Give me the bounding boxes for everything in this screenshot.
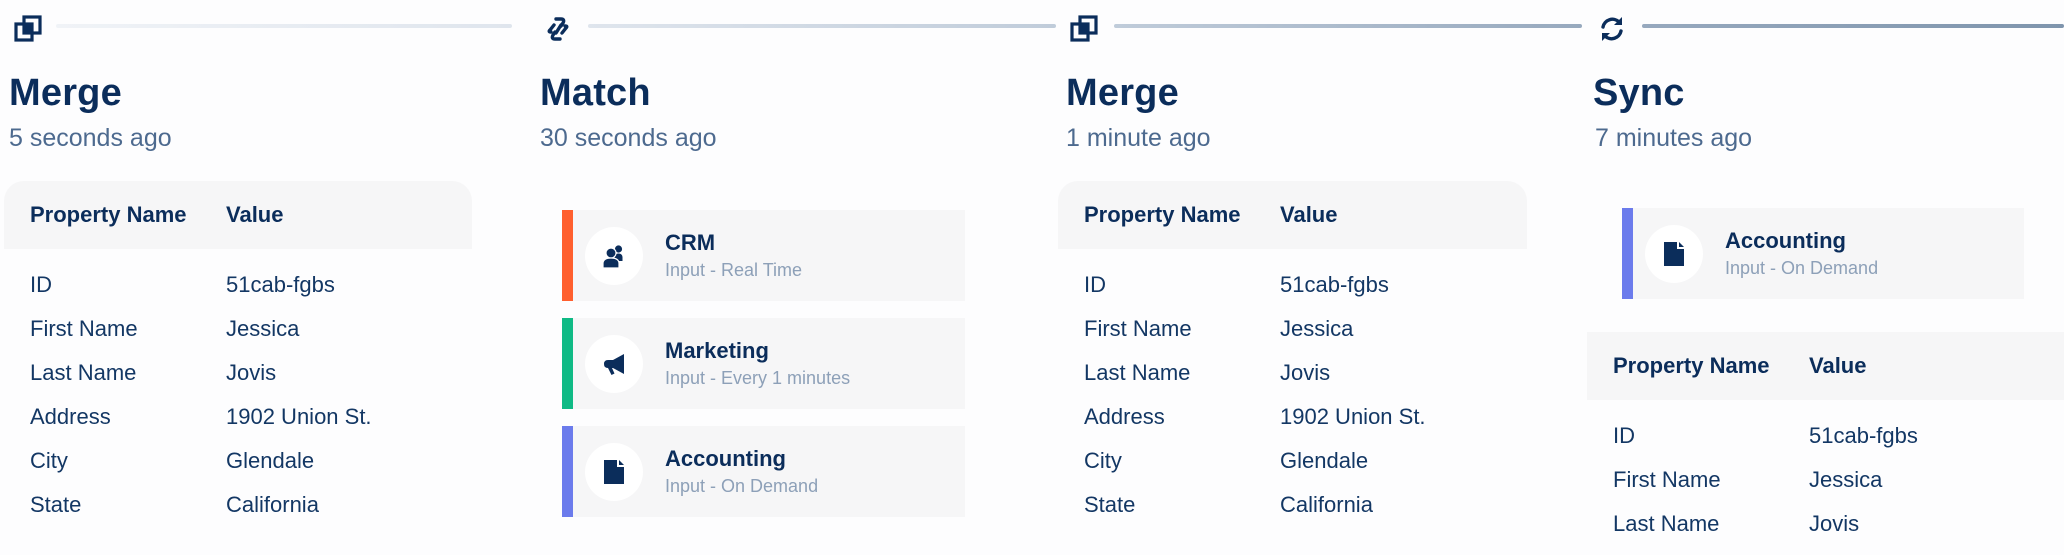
column-header-property: Property Name <box>1613 353 1770 378</box>
property-value: Jessica <box>1280 316 1354 341</box>
table-row: City Glendale <box>1058 439 1527 483</box>
table-row: Last Name Jovis <box>1587 502 2064 546</box>
table-row: Last Name Jovis <box>4 351 472 395</box>
source-name: Accounting <box>1725 227 1846 253</box>
source-color-bar <box>1622 208 1633 299</box>
property-value: California <box>1280 492 1373 517</box>
property-name: Last Name <box>1084 360 1191 385</box>
property-value: Jessica <box>226 316 300 341</box>
source-mode: Input - On Demand <box>1725 257 1879 278</box>
timeline-connector <box>1114 24 1582 28</box>
table-header: Property Name Value <box>1058 181 1527 249</box>
property-name: First Name <box>1084 316 1192 341</box>
property-name: ID <box>1613 423 1635 448</box>
table-row: State California <box>1058 483 1527 527</box>
column-header-value: Value <box>1809 353 1867 378</box>
property-name: First Name <box>1613 467 1721 492</box>
table-row: ID 51cab-fgbs <box>1058 263 1527 307</box>
document-icon <box>1645 224 1703 283</box>
property-value: Glendale <box>1280 448 1369 473</box>
table-row: ID 51cab-fgbs <box>1587 414 2064 458</box>
source-mode: Input - On Demand <box>665 475 819 496</box>
source-card-accounting[interactable]: Accounting Input - On Demand <box>1622 208 2024 299</box>
table-row: Last Name Jovis <box>1058 351 1527 395</box>
table-row: ID 51cab-fgbs <box>4 263 472 307</box>
property-name: Last Name <box>30 360 137 385</box>
source-card-accounting[interactable]: Accounting Input - On Demand <box>562 426 965 517</box>
merge-icon <box>11 12 45 46</box>
property-value: Jovis <box>226 360 277 385</box>
source-card-marketing[interactable]: Marketing Input - Every 1 minutes <box>562 318 965 409</box>
timeline-connector <box>56 24 512 28</box>
property-name: ID <box>1084 272 1106 297</box>
step-timestamp: 1 minute ago <box>1066 124 1211 152</box>
source-mode: Input - Every 1 minutes <box>665 367 851 388</box>
source-color-bar <box>562 210 573 301</box>
step-title: Sync <box>1593 72 1685 114</box>
property-value: 1902 Union St. <box>226 404 372 429</box>
table-row: City Glendale <box>4 439 472 483</box>
sync-icon <box>1595 12 1629 46</box>
property-value: Jessica <box>1809 467 1883 492</box>
source-color-bar <box>562 318 573 409</box>
document-icon <box>585 442 643 501</box>
property-name: First Name <box>30 316 138 341</box>
table-row: Address 1902 Union St. <box>4 395 472 439</box>
property-name: ID <box>30 272 52 297</box>
column-header-value: Value <box>226 202 284 227</box>
step-timestamp: 7 minutes ago <box>1595 124 1753 152</box>
table-row: First Name Jessica <box>1058 307 1527 351</box>
column-header-value: Value <box>1280 202 1338 227</box>
property-name: Last Name <box>1613 511 1720 536</box>
merge-icon <box>1067 12 1101 46</box>
property-value: 51cab-fgbs <box>1809 423 1918 448</box>
timeline-connector <box>1642 24 2064 28</box>
step-timestamp: 5 seconds ago <box>9 124 172 152</box>
source-name: Accounting <box>665 445 786 471</box>
property-value: Glendale <box>226 448 315 473</box>
match-link-icon <box>541 12 575 46</box>
property-name: State <box>30 492 82 517</box>
table-header: Property Name Value <box>1587 332 2064 400</box>
column-header-property: Property Name <box>1084 202 1241 227</box>
table-header: Property Name Value <box>4 181 472 249</box>
property-name: City <box>30 448 68 473</box>
table-row: State California <box>4 483 472 527</box>
property-name: State <box>1084 492 1136 517</box>
table-row: First Name Jessica <box>1587 458 2064 502</box>
source-mode: Input - Real Time <box>665 259 803 280</box>
step-title: Merge <box>9 72 122 114</box>
table-row: Address 1902 Union St. <box>1058 395 1527 439</box>
timeline-connector <box>588 24 1056 28</box>
property-name: Address <box>1084 404 1165 429</box>
source-card-crm[interactable]: CRM Input - Real Time <box>562 210 965 301</box>
property-value: Jovis <box>1280 360 1331 385</box>
property-name: Address <box>30 404 111 429</box>
property-value: 1902 Union St. <box>1280 404 1426 429</box>
property-value: Jovis <box>1809 511 1860 536</box>
megaphone-icon <box>585 334 643 393</box>
step-title: Merge <box>1066 72 1179 114</box>
property-value: 51cab-fgbs <box>1280 272 1389 297</box>
property-value: 51cab-fgbs <box>226 272 335 297</box>
property-table: Property Name Value ID 51cab-fgbs First N… <box>1058 181 1527 527</box>
step-timestamp: 30 seconds ago <box>540 124 717 152</box>
property-name: City <box>1084 448 1122 473</box>
step-title: Match <box>540 72 651 114</box>
source-color-bar <box>562 426 573 517</box>
property-table: Property Name Value ID 51cab-fgbs First N… <box>1587 332 2064 546</box>
source-name: CRM <box>665 229 716 255</box>
users-icon <box>585 226 643 285</box>
activity-timeline: Merge 5 seconds ago Property Name Value … <box>0 0 2064 555</box>
column-header-property: Property Name <box>30 202 187 227</box>
source-name: Marketing <box>665 337 769 363</box>
table-row: First Name Jessica <box>4 307 472 351</box>
property-value: California <box>226 492 319 517</box>
property-table: Property Name Value ID 51cab-fgbs First N… <box>4 181 472 527</box>
